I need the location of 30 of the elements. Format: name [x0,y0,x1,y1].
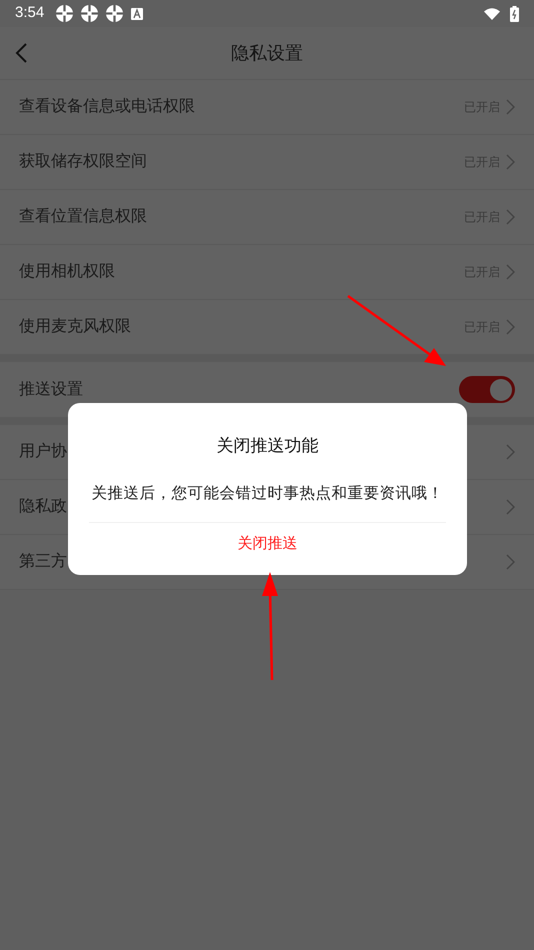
chevron-right-icon [506,444,515,460]
permission-label: 查看位置信息权限 [19,206,147,227]
notification-icon [56,5,74,22]
close-push-button[interactable]: 关闭推送 [234,532,302,556]
status-time: 3:54 [15,3,44,24]
link-label: 用户协 [19,442,67,462]
back-icon[interactable] [15,43,27,63]
permission-label: 使用相机权限 [19,262,115,282]
battery-icon [510,6,519,22]
chevron-right-icon [506,264,515,280]
permission-label: 使用麦克风权限 [19,316,131,337]
dialog-title: 关闭推送功能 [216,435,318,457]
chevron-right-icon [506,499,515,515]
chevron-right-icon [506,554,515,570]
chevron-right-icon [506,99,515,115]
notification-icon [81,5,98,22]
chevron-right-icon [506,154,515,170]
dialog-message: 关推送后，您可能会错过时事热点和重要资讯哦！ [92,484,444,504]
chevron-right-icon [506,319,515,335]
notification-icon [106,5,124,22]
keyboard-icon [131,8,144,20]
page-title: 隐私设置 [231,42,303,64]
permission-label: 获取储存权限空间 [19,152,147,172]
link-label: 第三方 [19,552,67,572]
chevron-right-icon [506,209,515,225]
push-toggle[interactable] [459,376,515,403]
wifi-icon [484,8,500,20]
link-label: 隐私政 [19,497,67,517]
push-setting-label: 推送设置 [19,380,83,400]
permission-label: 查看设备信息或电话权限 [19,96,195,117]
